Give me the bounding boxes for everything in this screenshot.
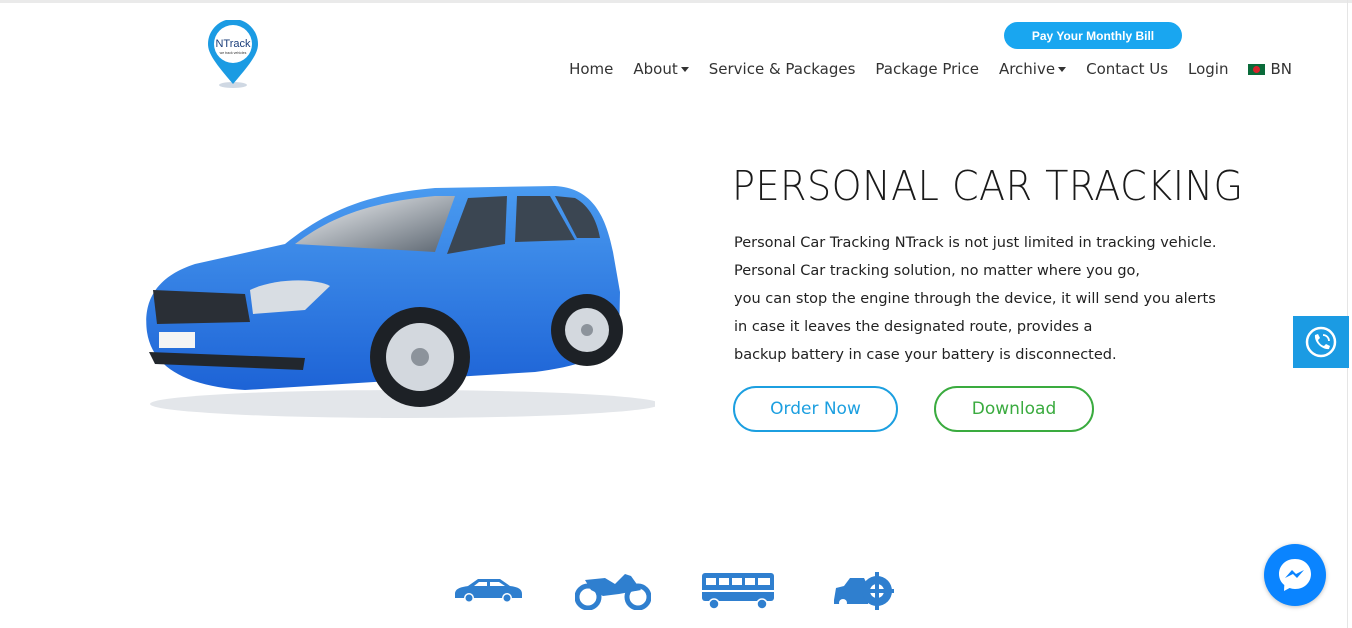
main-nav: Home About Service & Packages Package Pr… <box>549 60 1292 78</box>
messenger-chat-button[interactable] <box>1264 544 1326 606</box>
page-scroll-edge <box>1347 0 1348 628</box>
car-icon[interactable] <box>452 576 524 604</box>
nav-package-price-label: Package Price <box>875 60 979 78</box>
top-border <box>0 0 1352 3</box>
hero-description-line: in case it leaves the designated route, … <box>734 319 1093 335</box>
hero-description: Personal Car Tracking NTrack is not just… <box>734 229 1254 369</box>
ntrack-logo[interactable]: NTrack we track vehicles <box>204 19 262 90</box>
nav-archive[interactable]: Archive <box>998 60 1067 78</box>
phone-call-widget[interactable] <box>1293 316 1349 368</box>
hero-description-line: backup battery in case your battery is d… <box>734 347 1117 363</box>
nav-home-label: Home <box>569 60 614 78</box>
nav-contact-us[interactable]: Contact Us <box>1086 60 1168 78</box>
nav-service-packages-label: Service & Packages <box>708 60 856 78</box>
nav-archive-label: Archive <box>998 60 1056 78</box>
hero-title: PERSONAL CAR TRACKING <box>732 162 1244 210</box>
language-switch[interactable]: BN <box>1248 60 1292 78</box>
nav-contact-us-label: Contact Us <box>1086 60 1169 78</box>
motorcycle-icon[interactable] <box>575 570 651 610</box>
nav-service-packages[interactable]: Service & Packages <box>709 60 856 78</box>
nav-about-label: About <box>633 60 678 78</box>
logo-wordmark: NTrack <box>215 38 251 50</box>
pay-monthly-bill-button[interactable]: Pay Your Monthly Bill <box>1004 22 1182 49</box>
logo-tagline: we track vehicles <box>220 51 247 55</box>
bangladesh-flag-icon <box>1248 63 1266 75</box>
hero-description-line: Personal Car Tracking NTrack is not just… <box>734 235 1217 251</box>
car-engine-icon[interactable] <box>832 570 894 612</box>
hero-description-line: Personal Car tracking solution, no matte… <box>734 263 1141 279</box>
nav-package-price[interactable]: Package Price <box>875 60 979 78</box>
nav-login[interactable]: Login <box>1188 60 1228 78</box>
nav-login-label: Login <box>1188 60 1229 78</box>
caret-down-icon <box>1058 67 1067 72</box>
order-now-button[interactable]: Order Now <box>733 386 898 432</box>
nav-home[interactable]: Home <box>569 60 613 78</box>
nav-about[interactable]: About <box>633 60 689 78</box>
download-button[interactable]: Download <box>934 386 1094 432</box>
hero-description-line: you can stop the engine through the devi… <box>734 291 1216 307</box>
blue-car-illustration <box>135 182 660 427</box>
messenger-icon <box>1279 559 1311 591</box>
phone-call-icon <box>1305 326 1337 358</box>
language-label: BN <box>1270 60 1292 78</box>
caret-down-icon <box>680 67 689 72</box>
bus-icon[interactable] <box>700 571 776 611</box>
